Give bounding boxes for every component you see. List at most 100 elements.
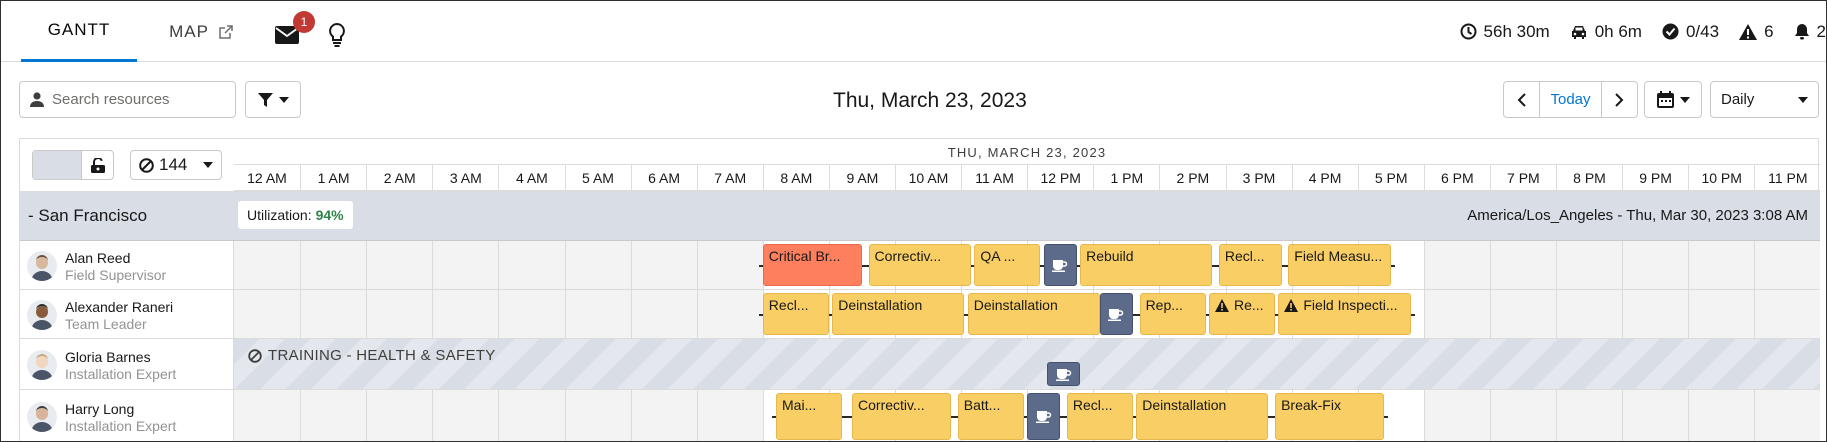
hour-gridline: [1490, 339, 1491, 389]
today-button[interactable]: Today: [1539, 82, 1602, 117]
group-label[interactable]: - San Francisco: [28, 206, 147, 226]
service-appointment[interactable]: Break-Fix: [1275, 393, 1385, 440]
service-appointment[interactable]: Recl...: [1066, 393, 1133, 440]
service-appointment[interactable]: Batt...: [957, 393, 1024, 440]
resource-row: Harry Long Installation Expert Mai... Cor…: [20, 390, 1820, 441]
training-text: TRAINING - HEALTH & SAFETY: [268, 347, 496, 364]
hour-label: 4 PM: [1291, 165, 1358, 191]
lightbulb-icon[interactable]: [328, 23, 346, 47]
appointment-label: Rebuild: [1086, 248, 1134, 264]
kpi-travel-time: 56h 30m: [1460, 22, 1550, 42]
resource-cell[interactable]: Alan Reed Field Supervisor: [20, 241, 234, 289]
warning-icon: [1739, 23, 1758, 40]
service-appointment[interactable]: Critical Br...: [762, 244, 862, 286]
service-appointment[interactable]: Deinstallation: [967, 293, 1100, 335]
appointment-label: Recl...: [768, 297, 809, 313]
service-appointment[interactable]: Re...: [1208, 293, 1276, 335]
break-block[interactable]: [1099, 293, 1133, 335]
toggle-track[interactable]: [33, 151, 81, 179]
hour-gridline: [1556, 339, 1557, 389]
hour-gridline: [696, 390, 698, 441]
hour-gridline: [696, 241, 698, 289]
hour-gridline: [432, 241, 434, 289]
service-appointment[interactable]: Rebuild: [1080, 244, 1213, 286]
appointment-label: Field Measu...: [1294, 248, 1383, 264]
hour-label: 2 PM: [1159, 165, 1225, 191]
hour-gridline: [1489, 241, 1491, 289]
appointment-label: Deinstallation: [1142, 397, 1227, 413]
hour-gridline: [300, 390, 302, 441]
appointment-label: Batt...: [963, 397, 1001, 413]
break-block[interactable]: [1047, 362, 1081, 386]
hour-gridline: [564, 241, 566, 289]
ban-icon: [139, 157, 154, 173]
appointment-label: Correctiv...: [874, 248, 942, 264]
hour-gridline: [1027, 339, 1028, 389]
hour-gridline: [631, 339, 632, 389]
resource-lane: TRAINING - HEALTH & SAFETY: [234, 339, 1820, 389]
kpi-bar: 56h 30m 0h 6m 0/43 6 2: [1440, 1, 1826, 62]
resource-name[interactable]: Harry Long: [65, 401, 134, 417]
hour-gridline: [1226, 339, 1227, 389]
coffee-cup-icon: [1035, 411, 1051, 423]
service-appointment[interactable]: Correctiv...: [852, 393, 952, 440]
resource-name[interactable]: Alexander Raneri: [65, 299, 173, 315]
hour-label: 8 AM: [762, 165, 829, 191]
resource-name[interactable]: Alan Reed: [65, 250, 130, 266]
resource-name[interactable]: Gloria Barnes: [65, 349, 151, 365]
hour-gridline: [1688, 390, 1690, 441]
filter-button[interactable]: [245, 81, 301, 118]
next-day-button[interactable]: [1602, 82, 1637, 117]
appointment-label: Deinstallation: [973, 297, 1058, 313]
service-appointment[interactable]: Recl...: [762, 293, 829, 335]
service-appointment[interactable]: Deinstallation: [832, 293, 965, 335]
hour-label: 9 PM: [1622, 165, 1688, 191]
resource-role: Field Supervisor: [65, 266, 167, 283]
unlock-icon: [90, 157, 105, 173]
kpi-notifications: 2: [1794, 22, 1826, 42]
service-appointment[interactable]: Deinstallation: [1136, 393, 1269, 440]
appointment-label: Recl...: [1224, 248, 1265, 264]
kpi-warnings-value: 6: [1764, 21, 1774, 41]
tab-map[interactable]: MAP: [151, 1, 251, 62]
hour-gridline: [366, 339, 367, 389]
service-appointment[interactable]: Field Measu...: [1288, 244, 1391, 286]
resource-lane: Recl... Deinstallation Deinstallation Rep..…: [234, 290, 1820, 338]
hour-gridline: [498, 241, 500, 289]
service-appointment[interactable]: Recl...: [1218, 244, 1282, 286]
resource-cell[interactable]: Harry Long Installation Expert: [20, 390, 234, 441]
service-appointment[interactable]: Field Inspecti...: [1278, 293, 1411, 335]
kpi-warnings: 6: [1739, 21, 1774, 42]
hour-label: 12 PM: [1027, 165, 1093, 191]
resource-cell[interactable]: Alexander Raneri Team Leader: [20, 290, 234, 338]
tab-gantt[interactable]: GANTT: [21, 1, 137, 62]
unlock-button[interactable]: [81, 151, 113, 179]
calendar-picker-button[interactable]: [1644, 81, 1702, 118]
search-resources-input[interactable]: Search resources: [19, 81, 236, 118]
hour-label: 4 AM: [498, 165, 564, 191]
service-appointment[interactable]: Mai...: [776, 393, 843, 440]
hour-label: 11 PM: [1754, 165, 1820, 191]
hour-gridline: [1556, 390, 1557, 441]
warning-icon: [1284, 299, 1299, 312]
resource-cell[interactable]: Gloria Barnes Installation Expert: [20, 339, 234, 389]
lock-toggle[interactable]: [32, 150, 114, 180]
resource-role: Team Leader: [65, 315, 147, 332]
view-select[interactable]: Daily: [1710, 81, 1819, 118]
avatar: [27, 402, 57, 432]
service-appointment[interactable]: Rep...: [1139, 293, 1206, 335]
view-select-value: Daily: [1721, 91, 1755, 108]
hour-gridline: [1754, 290, 1756, 338]
coffee-cup-icon: [1108, 308, 1124, 321]
resource-count-select[interactable]: 144: [130, 150, 222, 180]
hour-gridline: [1292, 339, 1293, 389]
chevron-left-icon: [1517, 92, 1526, 107]
check-circle-icon: [1662, 23, 1679, 40]
hour-gridline: [1688, 290, 1690, 338]
break-block[interactable]: [1027, 393, 1061, 440]
previous-day-button[interactable]: [1504, 82, 1539, 117]
search-placeholder: Search resources: [52, 91, 170, 108]
service-appointment[interactable]: QA ...: [974, 244, 1041, 286]
break-block[interactable]: [1043, 244, 1077, 286]
service-appointment[interactable]: Correctiv...: [868, 244, 971, 286]
